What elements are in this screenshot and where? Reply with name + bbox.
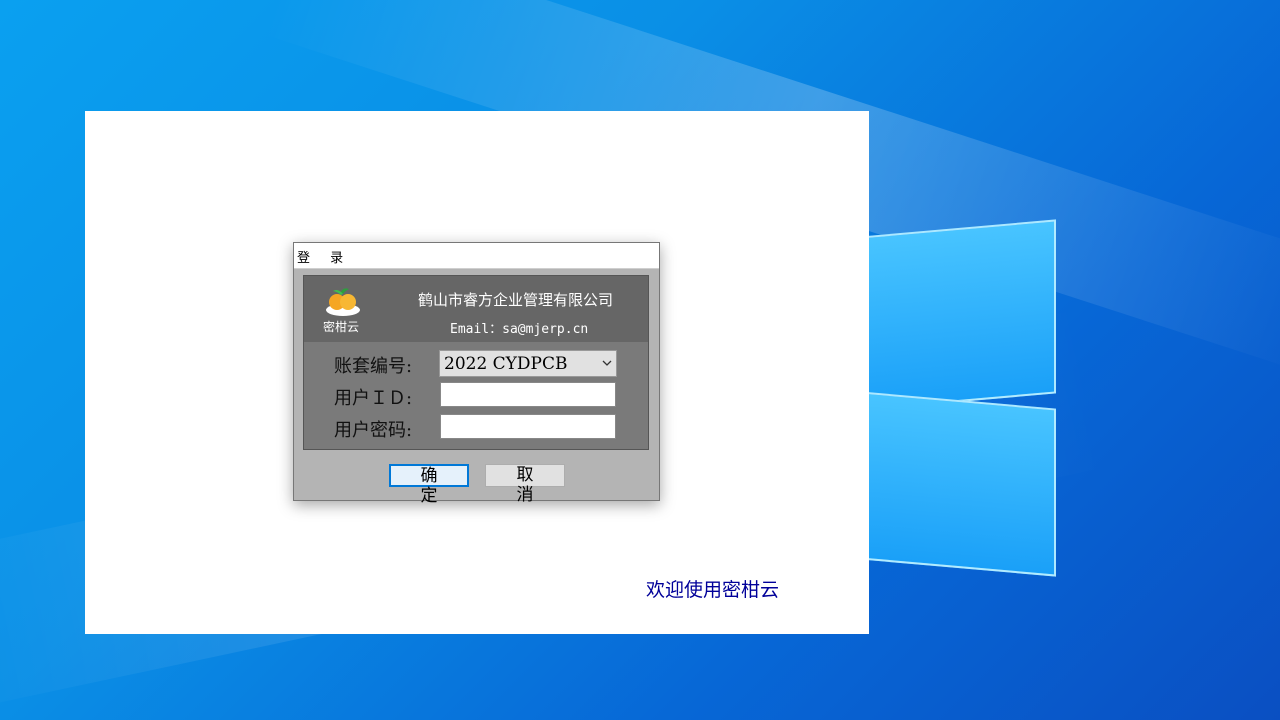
company-header: 密柑云 鹤山市睿方企业管理有限公司 Email：sa@mjerp.cn [304, 276, 648, 342]
title-bar[interactable]: 登 录 [294, 243, 659, 269]
welcome-text: 欢迎使用密柑云 [646, 579, 780, 601]
password-label: 用户密码: [334, 420, 413, 441]
chevron-down-icon [602, 360, 612, 366]
user-id-input[interactable] [440, 382, 616, 407]
company-email: Email：sa@mjerp.cn [450, 322, 589, 337]
cancel-button[interactable]: 取消 [485, 464, 565, 505]
orange-fruit-logo-icon [326, 288, 360, 316]
user-id-label: 用户ＩＤ: [334, 388, 413, 409]
dialog-title: 登 录 [297, 251, 352, 266]
windows-logo-icon [860, 214, 1060, 577]
ok-button[interactable]: 确定 [389, 464, 469, 506]
logo-text: 密柑云 [323, 320, 360, 334]
login-panel: 密柑云 鹤山市睿方企业管理有限公司 Email：sa@mjerp.cn 账套编号… [303, 275, 649, 450]
login-dialog: 登 录 密柑云 鹤山市睿方企业管理有限公司 Email：sa@mjerp.cn … [293, 242, 660, 506]
account-label: 账套编号: [334, 356, 413, 377]
account-select-value: 2022 CYDPCB [444, 354, 568, 374]
password-input[interactable] [440, 414, 616, 439]
company-name: 鹤山市睿方企业管理有限公司 [418, 291, 614, 309]
account-select[interactable]: 2022 CYDPCB [439, 350, 617, 377]
